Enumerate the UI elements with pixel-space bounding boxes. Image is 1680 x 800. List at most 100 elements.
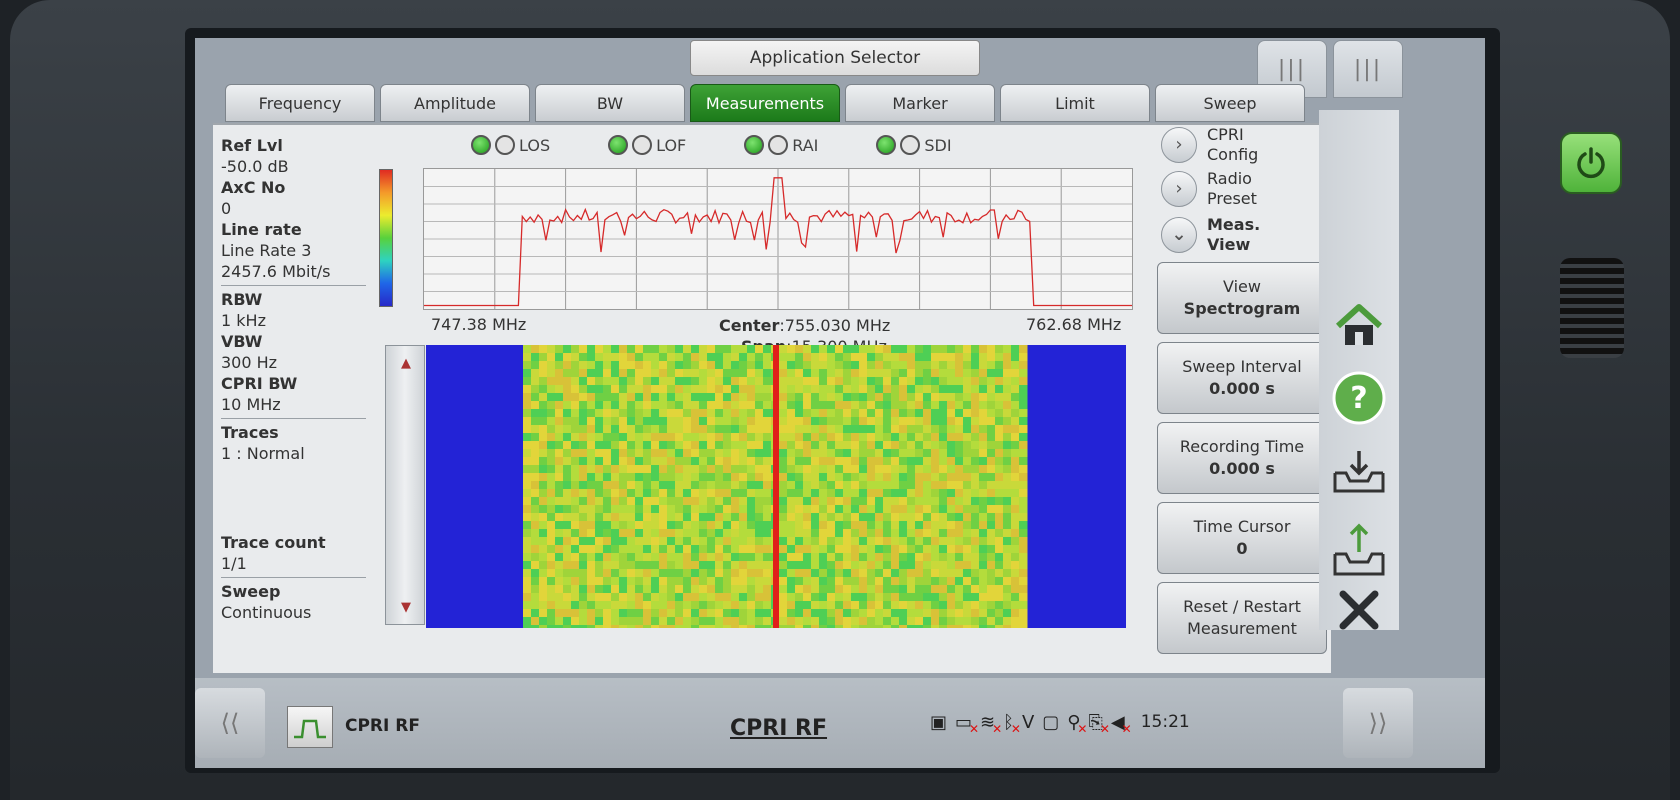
spectrogram-cell bbox=[963, 465, 972, 474]
spectrogram-cell bbox=[523, 369, 532, 378]
spectrogram-cell bbox=[971, 577, 980, 586]
spectrogram-cell bbox=[563, 417, 572, 426]
spectrogram-cell bbox=[827, 497, 836, 506]
spectrogram-cell bbox=[931, 401, 940, 410]
scroll-up-arrow-icon[interactable]: ▲ bbox=[392, 350, 420, 376]
spectrogram-cell bbox=[795, 577, 804, 586]
tab-sweep[interactable]: Sweep bbox=[1155, 84, 1305, 122]
spectrogram-cell bbox=[955, 497, 964, 506]
spectrogram-cell bbox=[675, 505, 684, 514]
spectrogram-cell bbox=[603, 529, 612, 538]
save-button[interactable] bbox=[1329, 442, 1389, 502]
cpri-config-link[interactable]: › CPRI Config bbox=[1161, 125, 1258, 165]
spectrogram-cell bbox=[539, 625, 548, 628]
power-button[interactable] bbox=[1560, 132, 1622, 194]
spectrogram[interactable] bbox=[426, 345, 1126, 628]
spectrogram-cell bbox=[683, 345, 692, 354]
tab-bw[interactable]: BW bbox=[535, 84, 685, 122]
radio-preset-link[interactable]: › Radio Preset bbox=[1161, 169, 1257, 209]
spectrogram-cell bbox=[635, 369, 644, 378]
spectrogram-cell bbox=[1003, 505, 1012, 514]
home-button[interactable] bbox=[1329, 295, 1389, 355]
cpri-rf-app-icon[interactable] bbox=[287, 706, 333, 748]
spectrogram-cell bbox=[867, 465, 876, 474]
spectrogram-cell bbox=[979, 585, 988, 594]
application-selector-button[interactable]: Application Selector bbox=[690, 40, 980, 76]
spectrogram-cell bbox=[731, 601, 740, 610]
spectrogram-cell bbox=[699, 441, 708, 450]
recording-time-button[interactable]: Recording Time 0.000 s bbox=[1157, 422, 1327, 494]
spectrogram-cell bbox=[1003, 361, 1012, 370]
spectrogram-cell bbox=[827, 345, 836, 354]
sweep-interval-button[interactable]: Sweep Interval 0.000 s bbox=[1157, 342, 1327, 414]
spectrogram-cell bbox=[531, 377, 540, 386]
help-button[interactable]: ? bbox=[1329, 368, 1389, 428]
spectrogram-cell bbox=[755, 625, 764, 628]
spectrogram-cell bbox=[883, 537, 892, 546]
spectrogram-cell bbox=[723, 617, 732, 626]
spectrogram-scrollbar[interactable]: ▲ ▼ bbox=[385, 345, 425, 625]
meas-view-link[interactable]: ⌄ Meas. View bbox=[1161, 215, 1260, 255]
export-button[interactable] bbox=[1329, 520, 1389, 580]
spectrogram-cell bbox=[795, 545, 804, 554]
spectrogram-cell bbox=[955, 529, 964, 538]
spectrogram-cell bbox=[795, 377, 804, 386]
spectrogram-cell bbox=[587, 417, 596, 426]
spectrogram-cell bbox=[931, 601, 940, 610]
spectrogram-cell bbox=[803, 465, 812, 474]
tab-limit[interactable]: Limit bbox=[1000, 84, 1150, 122]
spectrogram-cell bbox=[667, 417, 676, 426]
close-button[interactable] bbox=[1329, 580, 1389, 640]
spectrogram-cell bbox=[827, 457, 836, 466]
spectrogram-cell bbox=[531, 465, 540, 474]
spectrogram-cell bbox=[939, 353, 948, 362]
spectrogram-cell bbox=[931, 377, 940, 386]
scroll-right-button[interactable]: ⟩⟩ bbox=[1343, 688, 1413, 758]
spectrogram-cell bbox=[899, 425, 908, 434]
spectrogram-cell bbox=[739, 417, 748, 426]
tab-marker[interactable]: Marker bbox=[845, 84, 995, 122]
spectrogram-cell bbox=[723, 385, 732, 394]
panel-tab-right[interactable]: ||| bbox=[1333, 40, 1403, 98]
spectrogram-cell bbox=[547, 537, 556, 546]
spectrogram-cell bbox=[675, 401, 684, 410]
spectrogram-cell bbox=[531, 521, 540, 530]
spectrogram-cell bbox=[571, 425, 580, 434]
spectrogram-cell bbox=[979, 457, 988, 466]
view-spectrogram-button[interactable]: View Spectrogram bbox=[1157, 262, 1327, 334]
spectrogram-cell bbox=[587, 577, 596, 586]
spectrogram-cell bbox=[1003, 617, 1012, 626]
spectrogram-cell bbox=[603, 417, 612, 426]
spectrogram-cell bbox=[795, 529, 804, 538]
tab-amplitude[interactable]: Amplitude bbox=[380, 84, 530, 122]
spectrogram-cell bbox=[963, 593, 972, 602]
spectrogram-cell bbox=[891, 457, 900, 466]
spectrogram-cell bbox=[547, 473, 556, 482]
time-cursor-button[interactable]: Time Cursor 0 bbox=[1157, 502, 1327, 574]
spectrogram-cell bbox=[795, 593, 804, 602]
spectrogram-cell bbox=[603, 369, 612, 378]
spectrogram-cell bbox=[875, 441, 884, 450]
spectrogram-cell bbox=[555, 345, 564, 354]
spectrogram-cell bbox=[715, 473, 724, 482]
scroll-left-button[interactable]: ⟨⟨ bbox=[195, 688, 265, 758]
spectrogram-cell bbox=[779, 569, 788, 578]
spectrogram-cell bbox=[699, 345, 708, 354]
spectrogram-cell bbox=[1011, 593, 1020, 602]
reset-restart-measurement-button[interactable]: Reset / Restart Measurement bbox=[1157, 582, 1327, 654]
spectrogram-cell bbox=[595, 625, 604, 628]
tab-frequency[interactable]: Frequency bbox=[225, 84, 375, 122]
spectrogram-cell bbox=[539, 473, 548, 482]
spectrogram-cell bbox=[747, 529, 756, 538]
spectrogram-cell bbox=[923, 585, 932, 594]
spectrogram-cell bbox=[795, 505, 804, 514]
spectrogram-cell bbox=[931, 417, 940, 426]
spectrogram-cell bbox=[523, 489, 532, 498]
spectrogram-cell bbox=[763, 625, 772, 628]
spectrum-plot[interactable] bbox=[423, 168, 1133, 310]
tab-measurements[interactable]: Measurements bbox=[690, 84, 840, 122]
spectrogram-cell bbox=[659, 617, 668, 626]
scroll-down-arrow-icon[interactable]: ▼ bbox=[392, 594, 420, 620]
spectrogram-cell bbox=[739, 617, 748, 626]
spectrogram-cell bbox=[979, 385, 988, 394]
